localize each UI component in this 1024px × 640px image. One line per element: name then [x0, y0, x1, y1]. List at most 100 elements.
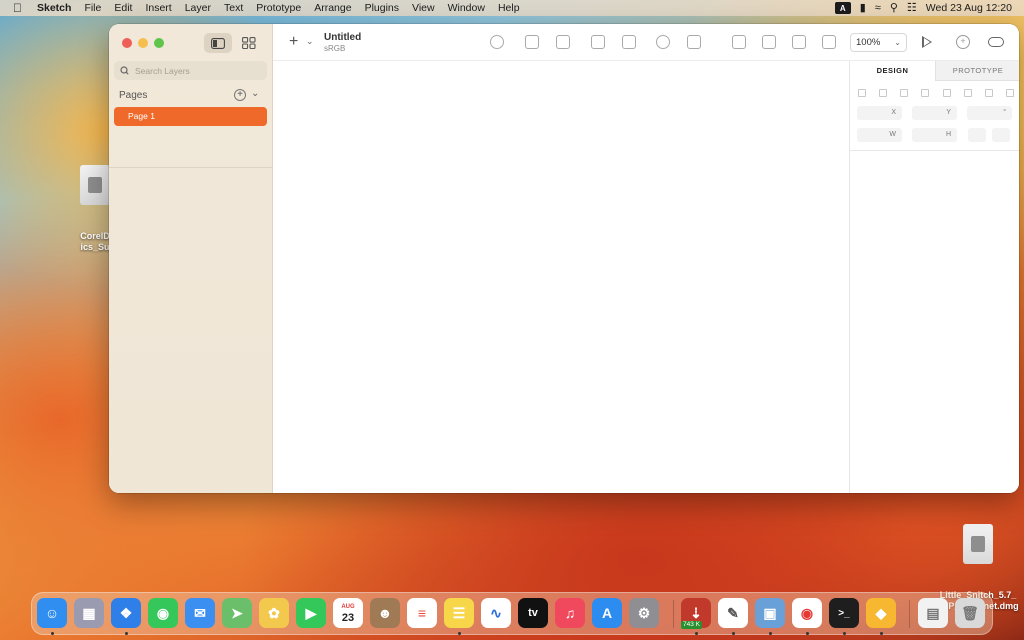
- grid-icon: [242, 37, 256, 49]
- menu-arrange[interactable]: Arrange: [314, 0, 351, 16]
- dock-photos-icon[interactable]: ✿: [259, 598, 289, 628]
- align-left-icon[interactable]: [900, 89, 909, 97]
- menu-file[interactable]: File: [84, 0, 101, 16]
- y-field[interactable]: Y: [912, 106, 957, 120]
- control-center-icon[interactable]: ☷: [907, 0, 917, 16]
- menu-edit[interactable]: Edit: [114, 0, 132, 16]
- menu-bar:  Sketch File Edit Insert Layer Text Pro…: [0, 0, 1024, 16]
- dock-music-icon[interactable]: ♫: [555, 598, 585, 628]
- x-field[interactable]: X: [857, 106, 902, 120]
- backward-icon[interactable]: [556, 35, 570, 49]
- dock-messages-icon[interactable]: ◉: [148, 598, 178, 628]
- layers-view-toggle[interactable]: [204, 33, 232, 53]
- document-title[interactable]: Untitled: [324, 32, 361, 43]
- flip-icon[interactable]: [992, 128, 1010, 142]
- sketch-window: Search Layers Pages + ⌄ Page 1 + ⌄ Untit…: [109, 24, 1019, 493]
- forward-icon[interactable]: [525, 35, 539, 49]
- ungroup-icon[interactable]: [622, 35, 636, 49]
- input-source-icon[interactable]: A: [834, 2, 851, 14]
- dock-launchpad-icon[interactable]: ▦: [74, 598, 104, 628]
- menu-plugins[interactable]: Plugins: [365, 0, 399, 16]
- dock-maps-icon[interactable]: ➤: [222, 598, 252, 628]
- menu-clock[interactable]: Wed 23 Aug 12:20: [926, 2, 1012, 14]
- layer-search-input[interactable]: Search Layers: [114, 61, 267, 80]
- dock-textedit-icon[interactable]: ✎: [718, 598, 748, 628]
- dock-contacts-icon[interactable]: ☻: [370, 598, 400, 628]
- menu-layer[interactable]: Layer: [185, 0, 211, 16]
- tab-prototype[interactable]: PROTOTYPE: [935, 61, 1019, 81]
- distribute-vertical-icon[interactable]: [879, 89, 888, 97]
- cloud-share-icon[interactable]: [988, 37, 1004, 47]
- running-indicator: [125, 632, 128, 635]
- dock-chrome-icon[interactable]: ◉: [792, 598, 822, 628]
- add-comment-icon[interactable]: +: [956, 35, 970, 49]
- menu-window[interactable]: Window: [448, 0, 485, 16]
- dock-preview-icon[interactable]: ▣: [755, 598, 785, 628]
- components-view-toggle[interactable]: [235, 33, 263, 53]
- running-indicator: [732, 632, 735, 635]
- menu-app-sketch[interactable]: Sketch: [37, 0, 71, 16]
- create-symbol-icon[interactable]: [490, 35, 504, 49]
- collapse-pages-chevron-icon[interactable]: ⌄: [251, 88, 259, 99]
- dock: ☺ ▦ ❖ ◉ ✉ ➤ ✿ ▶ AUG 23 ☻ ≡ ☰ ∿ tv ♫ A ⚙ …: [31, 592, 993, 635]
- width-field[interactable]: W: [857, 128, 902, 142]
- add-page-icon[interactable]: +: [234, 89, 246, 101]
- tab-design[interactable]: DESIGN: [850, 61, 935, 81]
- height-field[interactable]: H: [912, 128, 957, 142]
- menu-view[interactable]: View: [412, 0, 435, 16]
- running-indicator: [51, 632, 54, 635]
- align-middle-icon[interactable]: [984, 89, 993, 97]
- wifi-icon[interactable]: ≈: [875, 0, 881, 16]
- window-minimize-button[interactable]: [138, 38, 148, 48]
- group-icon[interactable]: [591, 35, 605, 49]
- menu-prototype[interactable]: Prototype: [256, 0, 301, 16]
- preview-play-icon[interactable]: [922, 36, 932, 48]
- insert-chevron-icon[interactable]: ⌄: [306, 36, 314, 47]
- page-item-page-1[interactable]: Page 1: [114, 107, 267, 126]
- dock-trash-icon[interactable]: 🗑: [955, 598, 985, 628]
- insert-plus-icon[interactable]: +: [289, 34, 298, 50]
- difference-icon[interactable]: [822, 35, 836, 49]
- dock-facetime-icon[interactable]: ▶: [296, 598, 326, 628]
- lock-proportions-icon[interactable]: [968, 128, 986, 142]
- dock-freeform-icon[interactable]: ∿: [481, 598, 511, 628]
- dock-app-store-icon[interactable]: A: [592, 598, 622, 628]
- dock-calendar-icon[interactable]: AUG 23: [333, 598, 363, 628]
- color-profile-label: sRGB: [324, 44, 346, 53]
- dock-mail-icon[interactable]: ✉: [185, 598, 215, 628]
- transform-icon[interactable]: [687, 35, 701, 49]
- spotlight-search-icon[interactable]: ⚲: [890, 0, 898, 16]
- intersect-icon[interactable]: [792, 35, 806, 49]
- dock-sketch-icon[interactable]: ◆: [866, 598, 896, 628]
- battery-icon[interactable]: ▮: [860, 0, 866, 16]
- search-icon: [120, 66, 129, 75]
- canvas[interactable]: [273, 61, 849, 493]
- dock-safari-icon[interactable]: ❖: [111, 598, 141, 628]
- zoom-select[interactable]: 100% ⌄: [850, 33, 907, 52]
- align-bottom-icon[interactable]: [1005, 89, 1014, 97]
- window-close-button[interactable]: [122, 38, 132, 48]
- align-top-icon[interactable]: [963, 89, 972, 97]
- align-right-icon[interactable]: [942, 89, 951, 97]
- dock-document-icon[interactable]: ▤: [918, 598, 948, 628]
- rotation-field[interactable]: °: [967, 106, 1012, 120]
- subtract-icon[interactable]: [762, 35, 776, 49]
- window-zoom-button[interactable]: [154, 38, 164, 48]
- edit-path-icon[interactable]: [656, 35, 670, 49]
- inspector-panel: DESIGN PROTOTYPE X Y ° W H: [849, 61, 1019, 493]
- dock-system-settings-icon[interactable]: ⚙: [629, 598, 659, 628]
- dock-terminal-icon[interactable]: >_: [829, 598, 859, 628]
- dock-reminders-icon[interactable]: ≡: [407, 598, 437, 628]
- menu-insert[interactable]: Insert: [145, 0, 171, 16]
- dock-finder-icon[interactable]: ☺: [37, 598, 67, 628]
- apple-menu-icon[interactable]: : [13, 2, 27, 14]
- menu-help[interactable]: Help: [498, 0, 520, 16]
- sidebar-divider: [109, 167, 272, 168]
- align-center-horizontal-icon[interactable]: [921, 89, 930, 97]
- dock-tv-icon[interactable]: tv: [518, 598, 548, 628]
- running-indicator: [695, 632, 698, 635]
- distribute-horizontal-icon[interactable]: [858, 89, 866, 97]
- menu-text[interactable]: Text: [224, 0, 243, 16]
- dock-notes-icon[interactable]: ☰: [444, 598, 474, 628]
- union-icon[interactable]: [732, 35, 746, 49]
